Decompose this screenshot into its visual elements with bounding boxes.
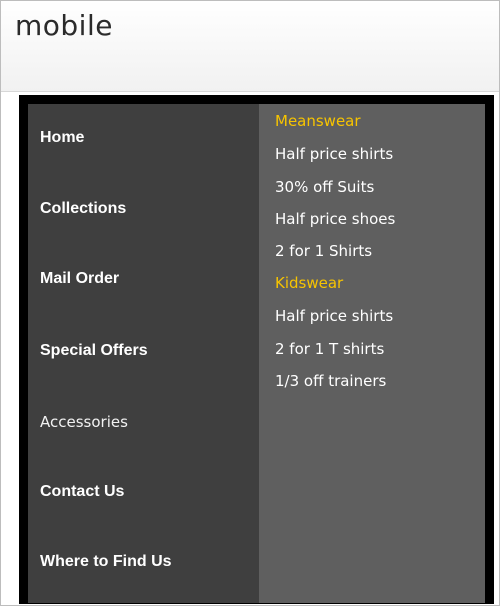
- offer-heading-menswear[interactable]: Meanswear: [275, 112, 361, 130]
- nav-where-to-find-us[interactable]: Where to Find Us: [40, 553, 172, 571]
- nav-home[interactable]: Home: [40, 129, 84, 147]
- nav-contact-us[interactable]: Contact Us: [40, 483, 124, 501]
- main-navigation: Home Collections Mail Order Special Offe…: [19, 95, 494, 604]
- site-header: mobile: [1, 1, 499, 92]
- offer-menswear-half-price-shirts[interactable]: Half price shirts: [275, 145, 393, 163]
- offers-submenu: Meanswear Half price shirts 30% off Suit…: [259, 104, 485, 603]
- offer-menswear-half-price-shoes[interactable]: Half price shoes: [275, 210, 395, 228]
- page-frame: mobile Home Collections Mail Order Speci…: [0, 0, 500, 606]
- offer-menswear-30-off-suits[interactable]: 30% off Suits: [275, 178, 374, 196]
- offer-kidswear-2-for-1-t-shirts[interactable]: 2 for 1 T shirts: [275, 340, 384, 358]
- offer-kidswear-1-3-off-trainers[interactable]: 1/3 off trainers: [275, 372, 386, 390]
- primary-menu: Home Collections Mail Order Special Offe…: [28, 104, 259, 603]
- nav-accessories[interactable]: Accessories: [40, 413, 128, 431]
- nav-collections[interactable]: Collections: [40, 200, 126, 218]
- site-brand[interactable]: mobile: [15, 9, 113, 42]
- offer-kidswear-half-price-shirts[interactable]: Half price shirts: [275, 307, 393, 325]
- offer-menswear-2-for-1-shirts[interactable]: 2 for 1 Shirts: [275, 242, 372, 260]
- nav-special-offers[interactable]: Special Offers: [40, 342, 148, 360]
- offer-heading-kidswear[interactable]: Kidswear: [275, 274, 343, 292]
- nav-mail-order[interactable]: Mail Order: [40, 270, 119, 288]
